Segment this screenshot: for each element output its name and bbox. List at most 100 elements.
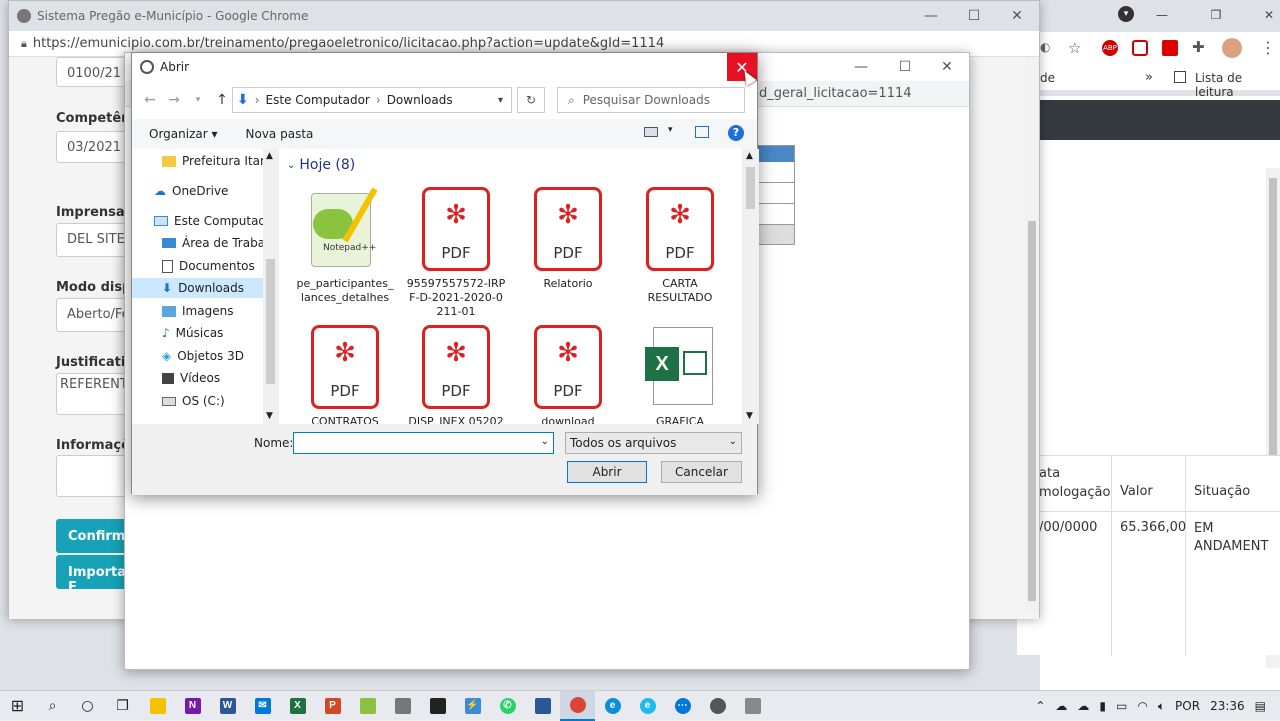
file-item[interactable]: ✻ PDF Relatorio (518, 187, 618, 291)
notifications-icon[interactable]: ▤ (1255, 699, 1266, 713)
bookmarks-overflow[interactable]: » (1145, 70, 1153, 85)
file-item[interactable]: ✻ PDF 95597557572-IRP F-D-2021-2020-0 211… (406, 187, 506, 319)
breadcrumb-downloads[interactable]: Downloads (387, 93, 453, 107)
app-icon[interactable]: ⋯ (665, 691, 700, 721)
excel-icon[interactable]: X (280, 691, 315, 721)
nav-item-area-de-trabalho[interactable]: Área de Trabalho (162, 233, 277, 253)
powerpoint-icon[interactable]: P (315, 691, 350, 721)
scroll-down-icon[interactable]: ▼ (266, 411, 273, 421)
acrobat-extension-icon[interactable] (1162, 40, 1178, 56)
whatsapp-icon[interactable]: ✆ (490, 691, 525, 721)
wifi-icon[interactable]: ◠ (1137, 699, 1147, 713)
tray-icon[interactable]: ☁ (1077, 699, 1089, 713)
word-icon[interactable]: W (210, 691, 245, 721)
file-list-scrollbar[interactable]: ▲ ▼ (742, 149, 759, 424)
organize-button[interactable]: Organizar ▾ (149, 127, 218, 141)
forward-icon[interactable]: → (162, 92, 186, 108)
mail-icon[interactable]: ✉ (245, 691, 280, 721)
file-item[interactable]: ✻ PDF download (518, 325, 618, 424)
app-icon[interactable] (700, 691, 735, 721)
task-view-icon[interactable]: ❐ (105, 691, 140, 721)
app-icon[interactable] (525, 691, 560, 721)
cortana-icon[interactable]: ○ (70, 691, 105, 721)
url-text[interactable]: https://emunicipio.com.br/treinamento/pr… (33, 36, 664, 51)
onedrive-tray-icon[interactable]: ☁ (1055, 699, 1067, 713)
filetype-select[interactable]: Todos os arquivos ⌄ (565, 432, 742, 454)
view-dropdown-icon[interactable]: ▾ (668, 125, 673, 135)
nav-item-musicas[interactable]: ♪ Músicas (162, 323, 223, 343)
notepadpp-icon[interactable] (350, 691, 385, 721)
nav-item-os-c[interactable]: OS (C:) (162, 391, 225, 411)
nav-item-objetos-3d[interactable]: ◈ Objetos 3D (162, 346, 244, 366)
adblock-icon[interactable]: ABP (1102, 40, 1118, 56)
volume-icon[interactable]: 🔈︎ (1158, 699, 1165, 714)
main-scrollbar[interactable] (1025, 57, 1039, 613)
popup-url-text[interactable]: d_geral_licitacao=1114 (759, 86, 912, 101)
onenote-icon[interactable]: N (175, 691, 210, 721)
search-icon[interactable]: ⌕ (35, 691, 70, 721)
ie-icon[interactable]: e (630, 691, 665, 721)
file-item[interactable]: X GRAFICA (630, 325, 730, 424)
file-explorer-icon[interactable] (140, 691, 175, 721)
chevron-up-icon[interactable]: ⌃ (1035, 699, 1045, 713)
minimize-button[interactable]: — (909, 1, 953, 31)
app-icon[interactable] (385, 691, 420, 721)
search-input[interactable]: ⌕ Pesquisar Downloads (557, 87, 745, 113)
popup-minimize-button[interactable]: — (839, 53, 883, 81)
up-icon[interactable]: ↑ (210, 92, 234, 108)
extensions-icon[interactable]: ✚ (1192, 38, 1205, 56)
scroll-up-icon[interactable]: ▲ (746, 151, 753, 161)
preview-pane-icon[interactable] (695, 126, 709, 138)
battery-icon[interactable]: ▭ (1116, 699, 1127, 713)
reading-list-link[interactable]: Lista de leitura (1195, 71, 1280, 99)
background-restore-icon[interactable]: ❐ (1202, 0, 1230, 30)
pocket-icon[interactable] (1132, 40, 1148, 56)
close-button[interactable]: ✕ (995, 1, 1039, 31)
open-button[interactable]: Abrir (567, 461, 647, 483)
file-item[interactable]: ✻ PDF CARTA RESULTADO (630, 187, 730, 305)
avatar[interactable] (1222, 38, 1242, 58)
group-header-hoje[interactable]: ⌄ Hoje (8) (287, 157, 355, 173)
chevron-down-icon[interactable]: ⌄ (541, 436, 549, 447)
menu-icon[interactable]: ⋮ (1260, 38, 1276, 57)
language-indicator[interactable]: POR (1175, 699, 1200, 713)
edge-icon[interactable]: e (595, 691, 630, 721)
chrome-profile-menu-icon[interactable]: ▾ (1118, 6, 1134, 22)
nav-item-imagens[interactable]: Imagens (162, 301, 233, 321)
chrome-taskbar-icon[interactable] (560, 690, 595, 721)
nav-item-videos[interactable]: Vídeos (162, 368, 220, 388)
breadcrumb-este-computador[interactable]: Este Computador (266, 93, 370, 107)
app-icon[interactable] (420, 691, 455, 721)
nav-item-documentos[interactable]: Documentos (162, 256, 255, 276)
chevron-down-icon[interactable]: ▾ (498, 95, 503, 106)
scroll-up-icon[interactable]: ▲ (266, 151, 273, 161)
new-folder-button[interactable]: Nova pasta (246, 127, 314, 141)
popup-close-button[interactable]: ✕ (925, 53, 969, 81)
background-close-icon[interactable]: ✕ (1258, 0, 1280, 30)
help-icon[interactable]: ? (728, 125, 744, 141)
clock[interactable]: 23:36 (1210, 699, 1245, 713)
scroll-down-icon[interactable]: ▼ (746, 411, 753, 421)
refresh-icon[interactable]: ↻ (517, 87, 545, 113)
cancel-button[interactable]: Cancelar (661, 461, 742, 483)
profile-icon[interactable]: ◐ (1040, 40, 1050, 54)
nav-item-onedrive[interactable]: ☁ OneDrive (154, 181, 228, 201)
view-icon[interactable] (644, 127, 658, 137)
recent-dropdown-icon[interactable]: ▾ (186, 95, 210, 105)
app-icon[interactable]: ⚡ (455, 691, 490, 721)
back-icon[interactable]: ← (138, 92, 162, 108)
maximize-button[interactable]: ☐ (952, 1, 996, 31)
filename-input[interactable]: ⌄ (293, 432, 554, 454)
navigation-scrollbar[interactable]: ▲ ▼ (263, 149, 278, 424)
file-item[interactable]: ✻ PDF CONTRATOS (295, 325, 395, 424)
bookmark-partial[interactable]: de (1040, 71, 1055, 85)
star-icon[interactable]: ☆ (1068, 39, 1081, 57)
background-minimize-icon[interactable]: — (1148, 0, 1176, 30)
file-item[interactable]: ✻ PDF DISP_INEX 05202 (406, 325, 506, 424)
nav-item-prefeitura[interactable]: Prefeitura Itanag (162, 151, 277, 171)
app-icon[interactable] (735, 691, 770, 721)
nav-item-downloads[interactable]: ⬇ Downloads (132, 278, 263, 298)
file-item[interactable]: Notepad++ pe_participantes_ lances_detal… (295, 185, 395, 305)
dialog-breadcrumb[interactable]: ⬇ › Este Computador › Downloads ▾ (232, 87, 512, 113)
popup-maximize-button[interactable]: ☐ (883, 53, 927, 81)
